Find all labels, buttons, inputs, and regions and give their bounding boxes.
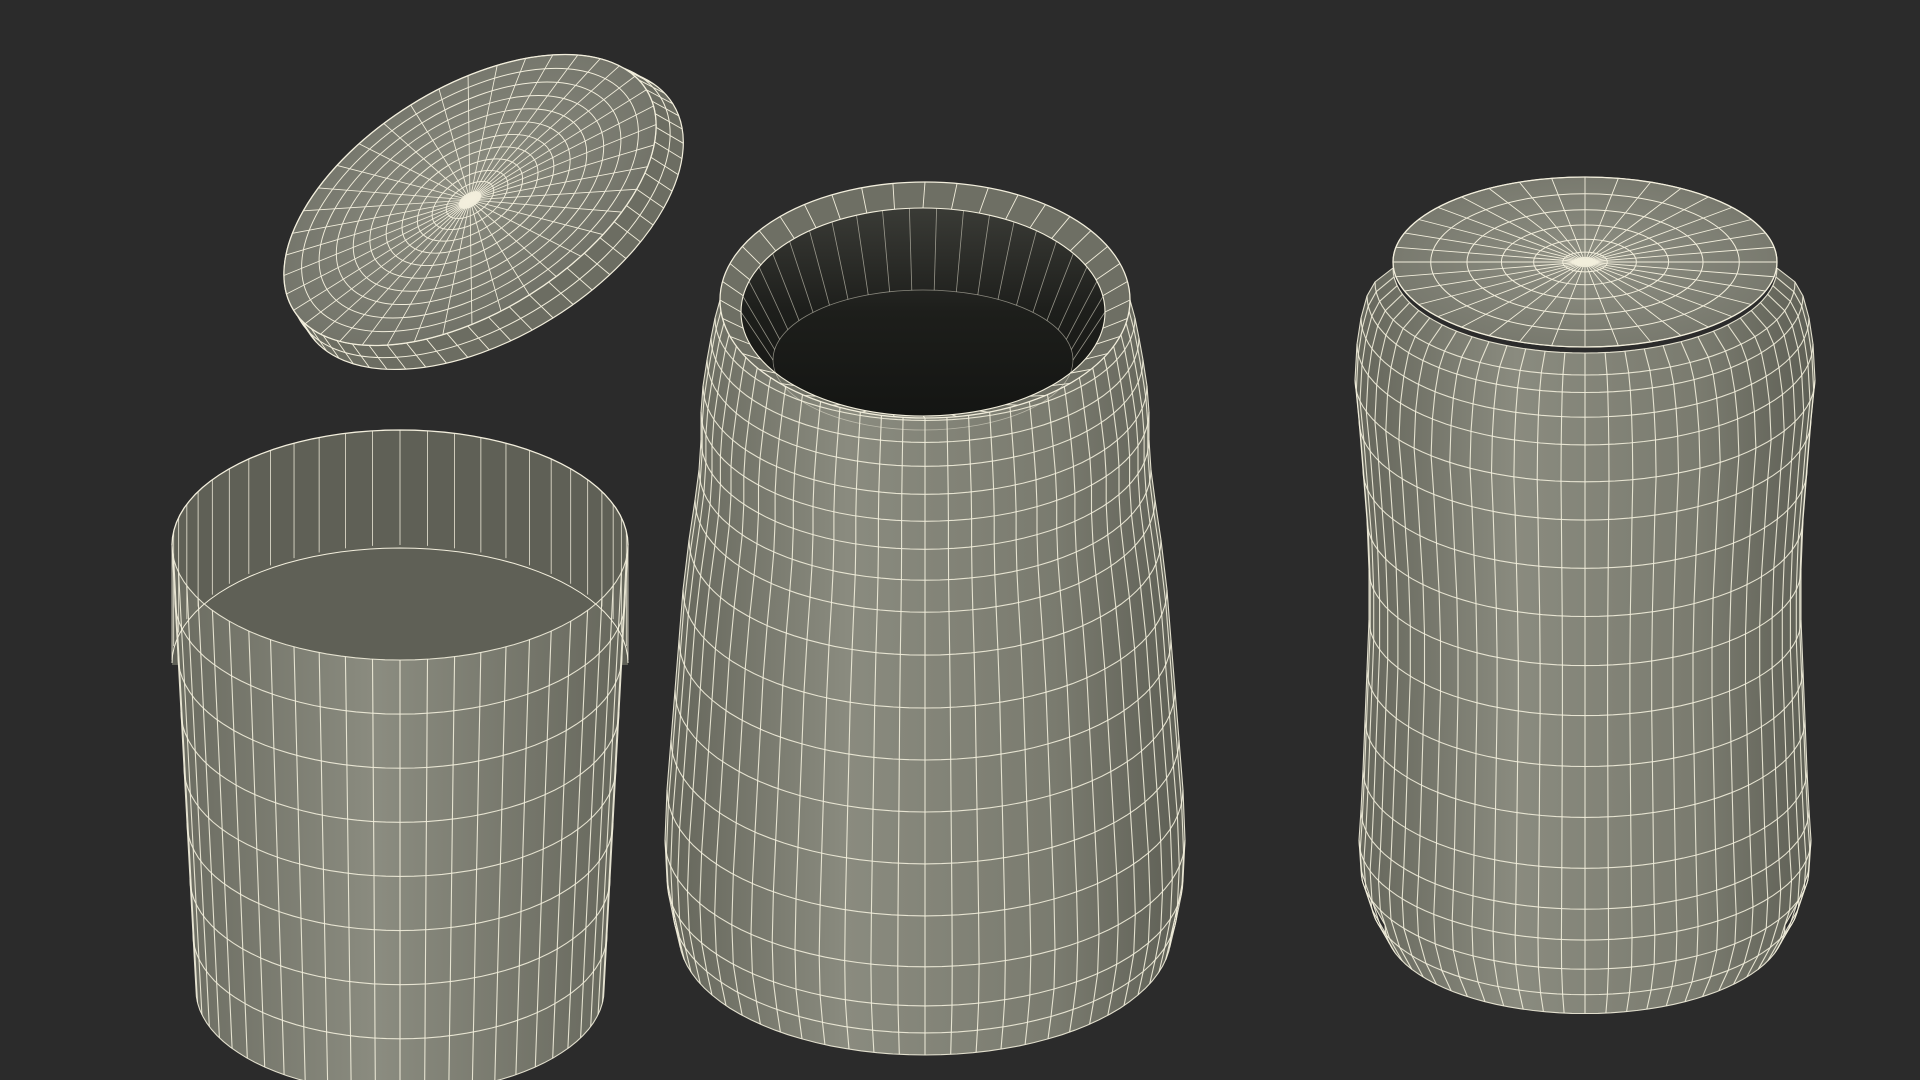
label-sleeve[interactable] [171, 429, 629, 1080]
jar-lid[interactable] [234, 0, 735, 432]
inverted-jar[interactable] [1354, 176, 1816, 1015]
wireframe-scene [171, 0, 1816, 1080]
3d-viewport[interactable] [0, 0, 1920, 1080]
open-jar[interactable] [664, 181, 1186, 1056]
